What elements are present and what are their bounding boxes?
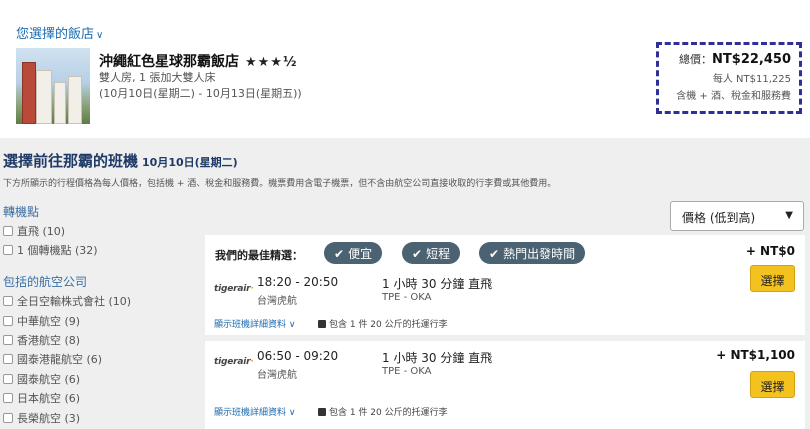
star-rating-icon: ★★★½ [245,55,297,70]
filter-stops-one[interactable]: 1 個轉機點 (32) [3,242,98,258]
airline-name: 台灣虎航 [257,296,297,307]
check-icon: ✔ [412,247,423,261]
filter-label[interactable]: 1 個轉機點 (32) [17,244,98,257]
sort-selected-value[interactable]: 價格 (低到高) [682,211,755,225]
checkbox[interactable] [3,393,13,403]
flights-title-text: 選擇前往那霸的班機 [3,152,139,170]
hotel-stay-dates: (10月10日(星期二) - 10月13日(星期五)) [99,87,302,100]
checkbox[interactable] [3,374,13,384]
flight-price: + NT$0 [745,244,795,258]
baggage-info: 包含 1 件 20 公斤的托運行李 [318,405,448,418]
filter-airline-ana[interactable]: 全日空輸株式會社 (10) [3,293,131,309]
filter-label[interactable]: 國泰港龍航空 (6) [17,353,102,366]
luggage-icon [318,320,326,328]
sort-dropdown[interactable]: 價格 (低到高) ▼ [670,201,804,231]
flights-title: 選擇前往那霸的班機 10月10日(星期二) [3,150,238,171]
tag-short: ✔ 短程 [402,242,461,264]
luggage-icon [318,408,326,416]
baggage-text: 包含 1 件 20 公斤的托運行李 [329,408,448,418]
checkbox[interactable] [3,354,13,364]
chevron-down-icon[interactable]: ∨ [289,408,296,418]
tag-label: 短程 [426,247,451,261]
airline-logo-accent: · [250,284,254,294]
airline-logo-text: tigerair [214,284,251,294]
selected-hotel-panel: 您選擇的飯店 ∨ 沖繩紅色星球那霸飯店 ★★★½ 雙人房, 1 張加大雙人床 (10… [0,0,810,138]
filter-label[interactable]: 全日空輸株式會社 (10) [17,295,131,308]
select-flight-button[interactable]: 選擇 [750,265,795,292]
filter-label[interactable]: 國泰航空 (6) [17,373,80,386]
filter-airline-japan-airlines[interactable]: 日本航空 (6) [3,390,80,406]
chevron-down-icon[interactable]: ▼ [785,210,793,221]
price-summary: 總價：NT$22,450 每人 NT$11,225 含機 + 酒、稅金和服務費 [656,42,802,114]
flight-result-card: 我們的最佳精選： ✔ 便宜 ✔ 短程 ✔ 熱門出發時間 + NT$0 選擇 tiger… [205,235,805,335]
best-picks-label: 我們的最佳精選： [215,249,303,262]
show-flight-details-link[interactable]: 顯示班機詳細資料 ∨ [214,317,295,330]
hotel-name: 沖繩紅色星球那霸飯店 ★★★½ [99,51,297,71]
filter-stops-nonstop[interactable]: 直飛 (10) [3,223,65,239]
baggage-text: 包含 1 件 20 公斤的托運行李 [329,320,448,330]
stars-full: ★★★ [245,55,283,70]
selected-hotel-toggle[interactable]: 您選擇的飯店 ∨ [16,23,103,42]
hotel-thumbnail[interactable] [16,48,90,124]
star-half: ½ [282,55,298,70]
flight-times: 18:20 - 20:50 [257,275,339,289]
hotel-room-type: 雙人房, 1 張加大雙人床 [99,71,216,84]
filter-airline-cathay-dragon[interactable]: 國泰港龍航空 (6) [3,351,102,367]
price-inclusions-note: 含機 + 酒、稅金和服務費 [676,91,791,102]
filter-airline-cathay-pacific[interactable]: 國泰航空 (6) [3,371,80,387]
checkbox[interactable] [3,316,13,326]
tag-cheap: ✔ 便宜 [324,242,383,264]
details-link-text[interactable]: 顯示班機詳細資料 [214,320,286,330]
flight-route: TPE - OKA [382,366,432,377]
price-total-label: 總價： [679,53,713,66]
flights-date: 10月10日(星期二) [142,156,238,169]
flight-route: TPE - OKA [382,292,432,303]
checkbox[interactable] [3,245,13,255]
chevron-down-icon[interactable]: ∨ [96,30,103,41]
price-per-person: 每人 NT$11,225 [712,74,791,85]
tag-popular-departure: ✔ 熱門出發時間 [479,242,586,264]
tag-label: 熱門出發時間 [503,247,576,261]
checkbox[interactable] [3,296,13,306]
tag-label: 便宜 [348,247,373,261]
airline-logo-accent: · [250,357,254,367]
airline-name: 台灣虎航 [257,370,297,381]
airline-logo-text: tigerair [214,357,251,367]
baggage-info: 包含 1 件 20 公斤的托運行李 [318,317,448,330]
filter-airline-eva-air[interactable]: 長榮航空 (3) [3,410,80,426]
price-total-value: NT$22,450 [712,52,791,67]
show-flight-details-link[interactable]: 顯示班機詳細資料 ∨ [214,405,295,418]
price-total-line: 總價：NT$22,450 [659,51,791,67]
filter-stops-heading: 轉機點 [3,205,40,219]
filter-airline-china-airlines[interactable]: 中華航空 (9) [3,313,80,329]
airline-logo: tigerair· [214,357,254,367]
hotel-name-text: 沖繩紅色星球那霸飯店 [99,54,239,70]
details-link-text[interactable]: 顯示班機詳細資料 [214,408,286,418]
check-icon: ✔ [489,247,500,261]
flight-times: 06:50 - 09:20 [257,349,339,363]
airline-logo: tigerair· [214,284,254,294]
checkbox[interactable] [3,226,13,236]
flight-price: + NT$1,100 [716,348,795,362]
selected-hotel-heading[interactable]: 您選擇的飯店 [16,27,94,42]
flight-duration: 1 小時 30 分鐘 直飛 [382,277,493,291]
filter-label[interactable]: 直飛 (10) [17,225,65,238]
chevron-down-icon[interactable]: ∨ [289,320,296,330]
filter-label[interactable]: 長榮航空 (3) [17,412,80,425]
filter-label[interactable]: 中華航空 (9) [17,315,80,328]
checkbox[interactable] [3,335,13,345]
select-flight-button[interactable]: 選擇 [750,371,795,398]
flight-duration: 1 小時 30 分鐘 直飛 [382,351,493,365]
filter-label[interactable]: 日本航空 (6) [17,392,80,405]
check-icon: ✔ [334,247,345,261]
filter-airline-hong-kong-airlines[interactable]: 香港航空 (8) [3,332,80,348]
flights-price-note: 下方所顯示的行程價格為每人價格，包括機 + 酒、稅金和服務費。機票費用含電子機票… [3,179,557,189]
filter-airlines-heading: 包括的航空公司 [3,275,88,289]
flight-result-card: + NT$1,100 選擇 tigerair· 06:50 - 09:20 台灣… [205,341,805,429]
filter-label[interactable]: 香港航空 (8) [17,334,80,347]
checkbox[interactable] [3,413,13,423]
